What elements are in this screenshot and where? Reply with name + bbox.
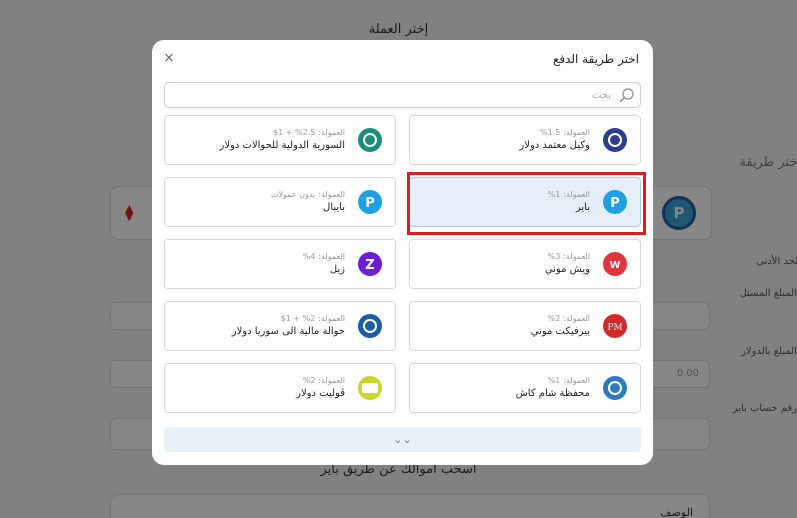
payment-method-text: العمولة:2% ڤوليت دولار bbox=[296, 376, 345, 399]
payment-method-name: باير bbox=[575, 202, 590, 213]
fee-text: العمولة:2% + 1$ bbox=[232, 314, 345, 323]
payment-method-card[interactable]: العمولة:1.5% وكيل معتمد دولار bbox=[409, 115, 641, 165]
payment-method-text: العمولة:3% ويش موني bbox=[545, 252, 590, 275]
payment-method-card[interactable]: العمولة:2% ڤوليت دولار bbox=[164, 363, 396, 413]
fee-text: العمولة:2% bbox=[531, 314, 590, 323]
fee-label: العمولة: bbox=[563, 376, 590, 385]
fee-value: 1.5% bbox=[539, 128, 561, 137]
payment-method-card[interactable]: العمولة:1% محفظة شام كاش bbox=[409, 363, 641, 413]
fee-value: 2% + 1$ bbox=[280, 314, 316, 323]
syrian-international-globe-icon bbox=[355, 125, 385, 155]
paypal-icon: P bbox=[355, 187, 385, 217]
fee-label: العمولة: bbox=[563, 252, 590, 261]
search-input[interactable] bbox=[165, 83, 615, 107]
svg-text:W: W bbox=[609, 260, 620, 271]
close-button[interactable]: × bbox=[162, 51, 176, 65]
fee-text: العمولة:4% bbox=[303, 252, 345, 261]
agent-handshake-icon bbox=[600, 125, 630, 155]
payment-method-card[interactable]: PM العمولة:2% بيرفيكت موني bbox=[409, 301, 641, 351]
fee-value: 1% bbox=[547, 190, 561, 199]
payment-method-card[interactable]: W العمولة:3% ويش موني bbox=[409, 239, 641, 289]
volet-icon bbox=[355, 373, 385, 403]
payment-method-name: ويش موني bbox=[544, 264, 590, 275]
zelle-icon: Z bbox=[355, 249, 385, 279]
svg-text:Z: Z bbox=[365, 258, 374, 273]
payment-method-name: بايبال bbox=[323, 202, 345, 213]
payment-method-name: وكيل معتمد دولار bbox=[519, 140, 590, 151]
payment-method-name: ڤوليت دولار bbox=[296, 388, 345, 399]
fee-label: العمولة: bbox=[318, 376, 345, 385]
payment-method-text: العمولة:4% زيل bbox=[303, 252, 345, 275]
fee-label: العمولة: bbox=[318, 190, 345, 199]
payment-method-text: العمولة:2% بيرفيكت موني bbox=[531, 314, 590, 337]
fee-label: العمولة: bbox=[318, 128, 345, 137]
perfect-money-icon: PM bbox=[600, 311, 630, 341]
payment-method-name: حوالة مالية الى سوريا دولار bbox=[231, 326, 345, 337]
sham-cash-wallet-icon bbox=[600, 373, 630, 403]
payment-method-modal: اختر طريقة الدفع × العمولة:1.5%وكيل معتم… bbox=[152, 40, 653, 465]
fee-label: العمولة: bbox=[563, 314, 590, 323]
payment-method-card[interactable]: P العمولة:1% باير bbox=[409, 177, 641, 227]
fee-value: 3% bbox=[547, 252, 561, 261]
payment-method-name: زيل bbox=[329, 264, 345, 275]
fee-text: العمولة:2% bbox=[296, 376, 345, 385]
fee-text: العمولة:1% bbox=[548, 190, 590, 199]
svg-text:PM: PM bbox=[607, 323, 622, 333]
payment-method-text: العمولة:بدون عمولات بايبال bbox=[271, 190, 345, 213]
payment-method-card[interactable]: العمولة:2.5% + 1$ السورية الدولية للحوالا… bbox=[164, 115, 396, 165]
search-box bbox=[164, 82, 641, 108]
payment-method-name: السورية الدولية للحوالات دولار bbox=[219, 140, 345, 151]
payment-method-text: العمولة:1% باير bbox=[548, 190, 590, 213]
fee-label: العمولة: bbox=[563, 128, 590, 137]
fee-value: 1% bbox=[547, 376, 561, 385]
fee-value: 2% bbox=[547, 314, 561, 323]
payment-method-text: العمولة:1% محفظة شام كاش bbox=[516, 376, 590, 399]
payment-method-name: محفظة شام كاش bbox=[515, 388, 590, 399]
payment-method-text: العمولة:2% + 1$ حوالة مالية الى سوريا دول… bbox=[232, 314, 345, 337]
wish-money-icon: W bbox=[600, 249, 630, 279]
payment-method-card[interactable]: P العمولة:بدون عمولات بايبال bbox=[164, 177, 396, 227]
payment-method-name: بيرفيكت موني bbox=[530, 326, 590, 337]
fee-text: العمولة:1% bbox=[516, 376, 590, 385]
fee-label: العمولة: bbox=[563, 190, 590, 199]
payeer-icon: P bbox=[600, 187, 630, 217]
svg-text:P: P bbox=[610, 196, 620, 211]
payment-method-text: العمولة:2.5% + 1$ السورية الدولية للحوالا… bbox=[220, 128, 345, 151]
fee-text: العمولة:بدون عمولات bbox=[271, 190, 345, 199]
fee-label: العمولة: bbox=[318, 314, 345, 323]
modal-title: اختر طريقة الدفع bbox=[552, 52, 639, 66]
fee-text: العمولة:2.5% + 1$ bbox=[220, 128, 345, 137]
search-icon bbox=[619, 88, 634, 103]
fee-value: 2.5% + 1$ bbox=[272, 128, 316, 137]
fee-value: بدون عمولات bbox=[270, 190, 316, 199]
fee-text: العمولة:1.5% bbox=[519, 128, 590, 137]
payment-method-card[interactable]: Z العمولة:4% زيل bbox=[164, 239, 396, 289]
payment-method-card[interactable]: العمولة:2% + 1$ حوالة مالية الى سوريا دول… bbox=[164, 301, 396, 351]
svg-text:P: P bbox=[365, 196, 375, 211]
fee-value: 4% bbox=[302, 252, 316, 261]
fee-label: العمولة: bbox=[318, 252, 345, 261]
fee-text: العمولة:3% bbox=[545, 252, 590, 261]
fee-value: 2% bbox=[302, 376, 316, 385]
show-more-button[interactable]: ⌄⌄ bbox=[164, 427, 641, 452]
money-transfer-syria-icon bbox=[355, 311, 385, 341]
payment-method-text: العمولة:1.5% وكيل معتمد دولار bbox=[519, 128, 590, 151]
